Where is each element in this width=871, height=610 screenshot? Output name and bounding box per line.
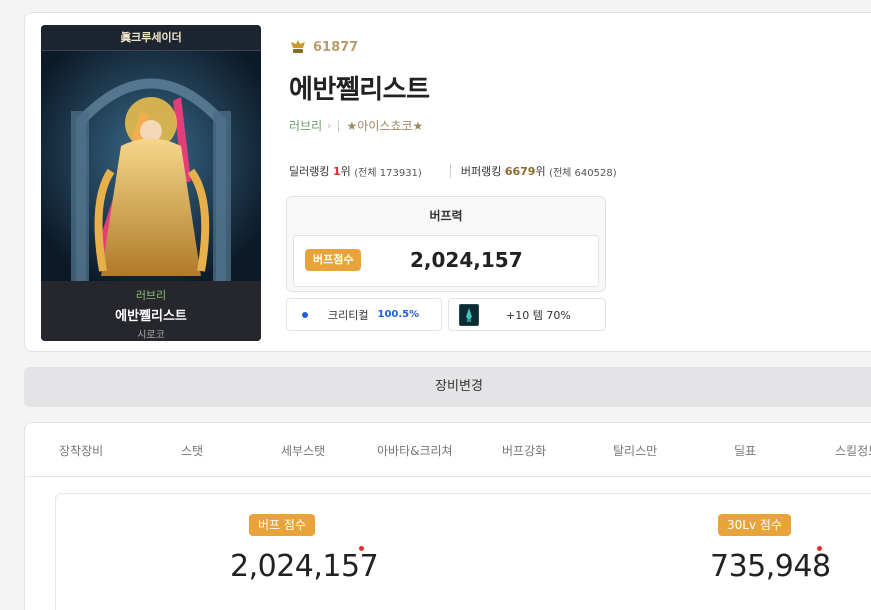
character-page: 眞크루세이더 러브리 에반쩰리스트 시로코 61877 에반쩰리스트 러브리 ›… (0, 0, 871, 610)
tab-equipment[interactable]: 장착장비 (59, 442, 103, 459)
dealer-rank-suffix: 위 (340, 165, 351, 178)
dealer-rank-label: 딜러랭킹 (289, 165, 330, 178)
character-portrait: 眞크루세이더 러브리 에반쩰리스트 시로코 (41, 25, 261, 341)
critical-stat: 크리티컬 100.5% (286, 298, 442, 331)
buff-power-box: 버프력 버프점수 2,024,157 (286, 196, 606, 292)
buffer-rank-value: 6679 (504, 164, 536, 178)
tab-bar: 장착장비 스탯 세부스탯 아바타&크리쳐 버프강화 탈리스만 딜표 스킬정보 (25, 423, 871, 477)
character-art (41, 51, 261, 281)
buff-score-badge-large: 버프 점수 (249, 514, 315, 536)
server-name: 시로코 (137, 330, 165, 341)
dealer-rank-total: (전체 173931) (354, 167, 422, 179)
weapon-icon (459, 303, 479, 326)
buff-power-title: 버프력 (429, 209, 463, 223)
buff-score-value: 2,024,157 (410, 248, 523, 272)
enhancement-text: +10 템 70% (506, 308, 571, 322)
tab-buff-enhance[interactable]: 버프강화 (502, 442, 546, 459)
lv30-score-value: 735,948 (710, 549, 831, 584)
ranking-row: 딜러랭킹 1위 (전체 173931) 버퍼랭킹 6679 위 (전체 64052… (289, 163, 617, 179)
critical-label: 크리티컬 (328, 308, 369, 322)
buff-score-row: 버프점수 2,024,157 (293, 235, 599, 287)
enhancement-stat: +10 템 70% (448, 298, 606, 331)
score-panel: 버프 점수 2,024,157 30Lv 점수 735,948 (55, 493, 871, 610)
detail-panel: 장착장비 스탯 세부스탯 아바타&크리쳐 버프강화 탈리스만 딜표 스킬정보 버… (24, 422, 871, 610)
buffer-rank-suffix: 위 (535, 165, 546, 178)
adventure-name[interactable]: 러브리 (41, 287, 261, 303)
indicator-dot (359, 546, 364, 551)
tab-talisman[interactable]: 탈리스만 (613, 442, 657, 459)
character-name-small: 에반쩰리스트 (115, 309, 187, 324)
tab-damage-chart[interactable]: 딜표 (734, 442, 756, 459)
fame-row: 61877 (289, 39, 358, 55)
tab-skill-info[interactable]: 스킬정보 (835, 442, 871, 459)
tab-avatar-creature[interactable]: 아바타&크리쳐 (377, 442, 453, 459)
character-info: 러브리 에반쩰리스트 시로코 (41, 281, 261, 341)
tab-detail-stats[interactable]: 세부스탯 (281, 442, 325, 459)
guild-row: 러브리 › ★아이스쵸코★ (289, 117, 423, 134)
equip-change-button[interactable]: 장비변경 (24, 367, 871, 407)
buffer-rank-label: 버퍼랭킹 (460, 165, 502, 178)
character-name: 에반쩰리스트 (289, 75, 430, 105)
tab-stats[interactable]: 스탯 (181, 442, 203, 459)
profile-card: 眞크루세이더 러브리 에반쩰리스트 시로코 61877 에반쩰리스트 러브리 ›… (24, 12, 871, 352)
job-title: 眞크루세이더 (41, 25, 261, 51)
buff-score-value-large: 2,024,157 (230, 549, 379, 584)
indicator-dot (817, 546, 822, 551)
critical-value: 100.5% (377, 309, 420, 320)
lv30-score-badge: 30Lv 점수 (718, 514, 791, 536)
buffer-rank-total: (전체 640528) (549, 167, 617, 179)
bullet-icon (302, 311, 308, 318)
chevron-right-icon: › (327, 119, 332, 132)
dealer-rank-value: 1 (332, 164, 341, 178)
divider (449, 164, 451, 178)
guild-name[interactable]: ★아이스쵸코★ (347, 117, 424, 134)
fame-icon (291, 40, 305, 53)
adventure-link[interactable]: 러브리 (289, 117, 322, 134)
fame-value: 61877 (313, 39, 359, 55)
buff-score-badge: 버프점수 (305, 249, 362, 271)
divider (337, 119, 339, 132)
